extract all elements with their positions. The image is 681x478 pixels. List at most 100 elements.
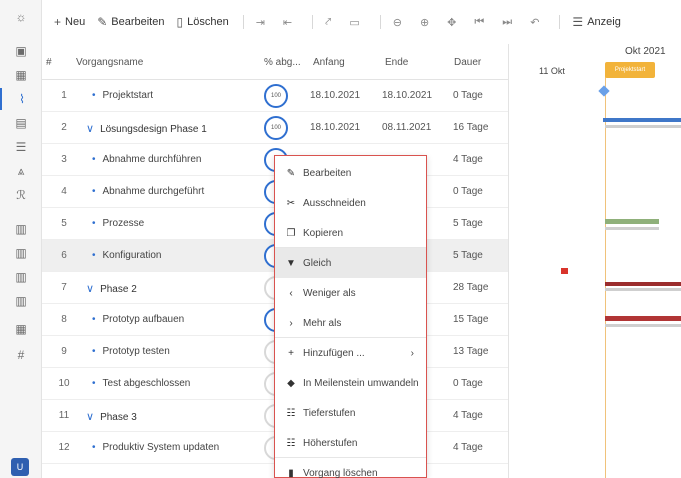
- gantt-chart[interactable]: Okt 2021 11 Okt Projektstart: [508, 44, 681, 478]
- table-row[interactable]: 2 ∨ Lösungsdesign Phase 1 100 18.10.2021 08.1…: [42, 112, 508, 144]
- menu-item-convert-milestone[interactable]: ◆ In Meilenstein umwandeln: [275, 368, 426, 398]
- undo-icon[interactable]: ↶: [530, 16, 539, 29]
- scissors-icon: ✂: [286, 197, 296, 209]
- delete-button[interactable]: ▯ Löschen: [176, 15, 228, 29]
- gantt-bar-phase1[interactable]: [603, 118, 681, 122]
- milestone-tag[interactable]: Projektstart: [605, 62, 655, 78]
- task-name[interactable]: ∨ Phase 2: [86, 282, 137, 295]
- indent-icon[interactable]: ⇥: [256, 16, 265, 29]
- board-icon[interactable]: ▣: [0, 40, 42, 62]
- first-icon[interactable]: ⏮: [474, 16, 484, 29]
- document-icon[interactable]: ▤: [0, 112, 42, 134]
- row-number: 8: [61, 314, 67, 325]
- menu-item-greater-than[interactable]: › Mehr als: [275, 308, 426, 338]
- task-name-text: Lösungsdesign Phase 1: [100, 124, 207, 135]
- toolbar-divider: [559, 15, 561, 29]
- view-button[interactable]: ☰ Anzeig: [572, 15, 620, 29]
- new-button[interactable]: + Neu: [54, 15, 85, 29]
- avatar[interactable]: U: [11, 458, 29, 476]
- report3-icon[interactable]: ▥: [0, 266, 42, 288]
- gantt-day: 11 Okt: [539, 66, 565, 76]
- gantt-bar-phase2[interactable]: [605, 282, 681, 286]
- gantt-month: Okt 2021: [625, 46, 666, 57]
- chevron-right-icon: ›: [410, 347, 414, 359]
- fit-icon[interactable]: ✥: [447, 16, 456, 29]
- cell-dur: 4 Tage: [453, 442, 483, 453]
- trash-icon: ▮: [288, 467, 294, 478]
- report-icon[interactable]: ▥: [0, 218, 42, 240]
- bullet-icon: •: [92, 346, 96, 357]
- row-number: 6: [61, 250, 67, 261]
- task-name[interactable]: ∨ Lösungsdesign Phase 1: [86, 122, 207, 135]
- outdent-icon: ☷: [286, 437, 296, 449]
- menu-item-indent[interactable]: ☷ Tieferstufen: [275, 398, 426, 428]
- gantt-baseline-prototyp: [605, 324, 681, 327]
- menu-item-copy[interactable]: ❐ Kopieren: [275, 218, 426, 248]
- gantt-baseline-prozesse: [605, 227, 659, 230]
- col-name[interactable]: Vorgangsname: [76, 57, 143, 68]
- task-name[interactable]: • Prototyp testen: [92, 346, 170, 357]
- edit-button[interactable]: ✎ Bearbeiten: [97, 15, 164, 29]
- team-icon[interactable]: ⩓: [0, 160, 42, 182]
- menu-item-less-than[interactable]: ‹ Weniger als: [275, 278, 426, 308]
- bullet-icon: •: [92, 442, 96, 453]
- report4-icon[interactable]: ▥: [0, 290, 42, 312]
- filter-icon: ▼: [286, 257, 296, 269]
- task-name-text: Prozesse: [102, 218, 145, 229]
- list-icon: ☰: [572, 15, 584, 29]
- link-icon[interactable]: ⤤: [325, 16, 331, 29]
- menu-item-cut[interactable]: ✂ Ausschneiden: [275, 188, 426, 218]
- col-start[interactable]: Anfang: [313, 57, 345, 68]
- zoom-out-icon[interactable]: ⊖: [393, 16, 402, 29]
- chat-icon[interactable]: ☰: [0, 136, 42, 158]
- bullet-icon: •: [92, 90, 96, 101]
- task-name[interactable]: • Konfiguration: [92, 250, 161, 261]
- task-name-text: Test abgeschlossen: [102, 378, 191, 389]
- table-row[interactable]: 1 • Projektstart 100 18.10.2021 18.10.2021 0 T…: [42, 80, 508, 112]
- hash-icon[interactable]: #: [0, 344, 42, 366]
- timeline-icon[interactable]: ⌇: [0, 88, 42, 110]
- calendar-icon[interactable]: ▭: [349, 16, 359, 29]
- col-percent[interactable]: % abg...: [264, 57, 301, 68]
- gantt-baseline-phase2: [605, 288, 681, 291]
- task-name[interactable]: • Abnahme durchführen: [92, 154, 201, 165]
- gantt-bar-prozesse[interactable]: [605, 219, 659, 224]
- gantt-bar-prototyp[interactable]: [605, 316, 681, 321]
- menu-item-equal[interactable]: ▼ Gleich: [275, 248, 426, 278]
- task-name[interactable]: ∨ Phase 3: [86, 410, 137, 423]
- col-id[interactable]: #: [46, 57, 52, 68]
- task-name[interactable]: • Prototyp aufbauen: [92, 314, 184, 325]
- report2-icon[interactable]: ▥: [0, 242, 42, 264]
- last-icon[interactable]: ⏭: [502, 16, 512, 29]
- bullet-icon: •: [92, 378, 96, 389]
- milestone-diamond[interactable]: [598, 85, 610, 97]
- row-number: 1: [61, 90, 67, 101]
- menu-item-delete-task[interactable]: ▮ Vorgang löschen: [275, 458, 426, 478]
- col-end[interactable]: Ende: [385, 57, 408, 68]
- zoom-in-icon[interactable]: ⊕: [420, 16, 429, 29]
- row-number: 5: [61, 218, 67, 229]
- person-icon[interactable]: ℛ: [0, 184, 42, 206]
- task-name[interactable]: • Abnahme durchgeführt: [92, 186, 204, 197]
- grid-icon[interactable]: ▦: [0, 64, 42, 86]
- task-name[interactable]: • Prozesse: [92, 218, 144, 229]
- menu-item-outdent[interactable]: ☷ Höherstufen: [275, 428, 426, 458]
- task-name[interactable]: • Projektstart: [92, 90, 153, 101]
- chevron-down-icon[interactable]: ∨: [86, 283, 94, 295]
- menu-item-edit[interactable]: ✎ Bearbeiten: [275, 158, 426, 188]
- trash-icon: ▯: [176, 15, 184, 29]
- outdent-icon[interactable]: ⇤: [283, 16, 292, 29]
- chevron-down-icon[interactable]: ∨: [86, 411, 94, 423]
- chevron-down-icon[interactable]: ∨: [86, 123, 94, 135]
- row-number: 9: [61, 346, 67, 357]
- task-name[interactable]: • Produktiv System updaten: [92, 442, 219, 453]
- menu-item-add[interactable]: + Hinzufügen ... ›: [275, 338, 426, 368]
- settings-icon[interactable]: ☼: [0, 6, 42, 28]
- task-name-text: Prototyp aufbauen: [102, 314, 185, 325]
- progress-indicator: 100: [264, 116, 288, 140]
- pencil-icon: ✎: [286, 167, 296, 179]
- task-name[interactable]: • Test abgeschlossen: [92, 378, 190, 389]
- table-icon[interactable]: ▦: [0, 318, 42, 340]
- col-duration[interactable]: Dauer: [454, 57, 481, 68]
- toolbar-divider: [379, 15, 381, 29]
